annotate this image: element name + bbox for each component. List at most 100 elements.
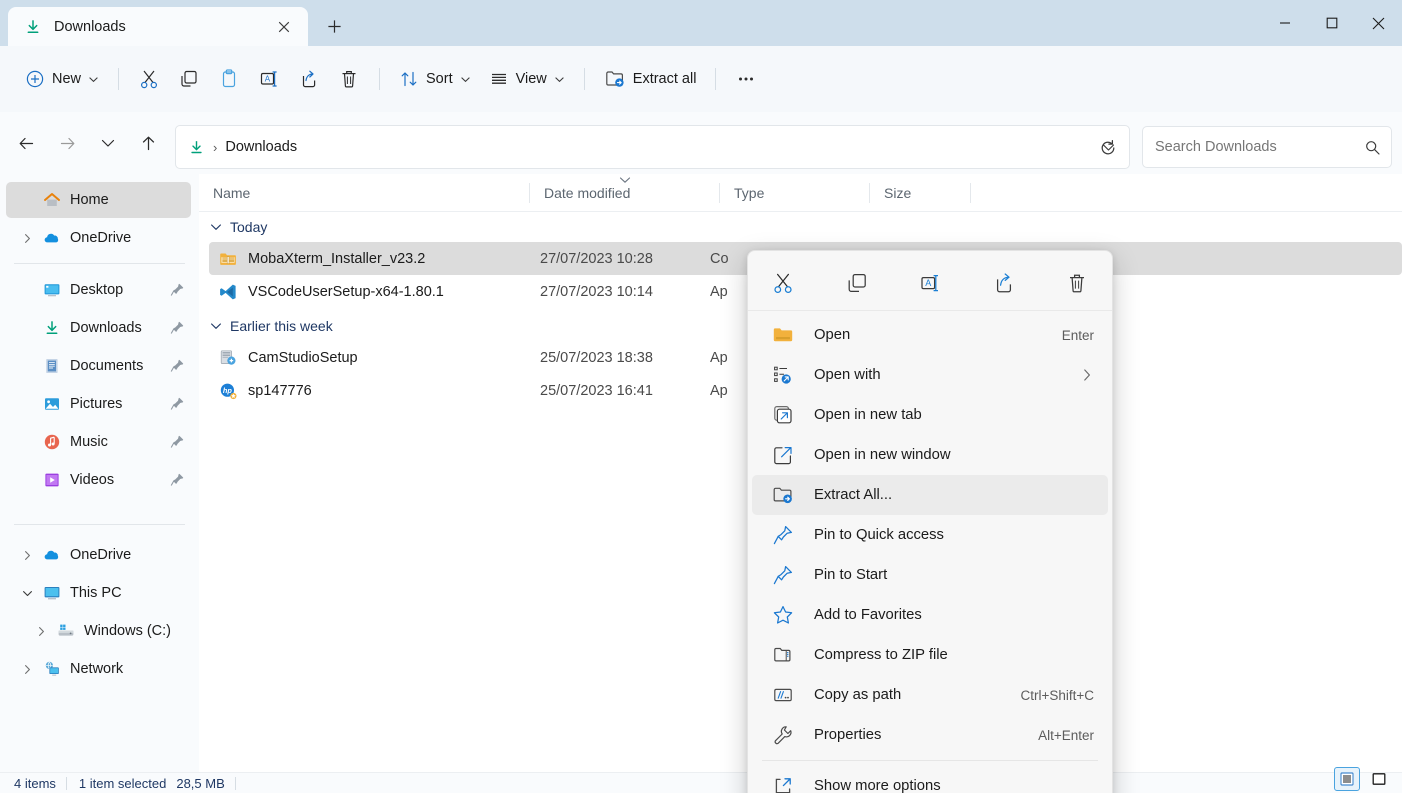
menu-item-pin-to-start[interactable]: Pin to Start <box>752 555 1108 595</box>
large-icons-view-icon <box>1372 773 1386 785</box>
minimize-button[interactable] <box>1261 0 1308 46</box>
chevron-down-icon[interactable] <box>209 319 223 333</box>
search-icon[interactable] <box>1364 139 1381 156</box>
group-header-today[interactable]: Today <box>199 212 1402 242</box>
chevron-right-icon[interactable] <box>16 658 38 680</box>
status-divider-2 <box>234 776 236 790</box>
copy-button[interactable] <box>836 263 878 303</box>
new-button[interactable]: New <box>16 61 108 97</box>
sidebar-item-downloads[interactable]: Downloads <box>6 310 191 346</box>
share-button[interactable] <box>289 61 329 97</box>
see-more-button[interactable] <box>726 61 766 97</box>
up-button[interactable] <box>132 126 166 160</box>
rename-button[interactable]: A <box>909 263 951 303</box>
share-button[interactable] <box>983 263 1025 303</box>
pin-icon[interactable] <box>169 320 185 336</box>
chevron-down-icon[interactable] <box>209 220 223 234</box>
delete-button[interactable] <box>329 61 369 97</box>
paste-icon <box>222 69 236 88</box>
search-box[interactable] <box>1142 126 1392 168</box>
chevron-right-icon[interactable] <box>16 227 38 249</box>
file-name: VSCodeUserSetup-x64-1.80.1 <box>248 283 444 300</box>
sidebar-item-windows-c[interactable]: Windows (C:) <box>6 613 191 649</box>
home-icon <box>43 191 61 209</box>
column-header-date-modified[interactable]: Date modified <box>530 174 720 212</box>
sidebar-item-home[interactable]: Home <box>6 182 191 218</box>
column-header-size[interactable]: Size <box>870 174 971 212</box>
chevron-right-icon <box>1080 368 1094 382</box>
maximize-button[interactable] <box>1308 0 1355 46</box>
menu-item-copy-as-path[interactable]: Copy as path Ctrl+Shift+C <box>752 675 1108 715</box>
menu-item-compress-to-zip[interactable]: Compress to ZIP file <box>752 635 1108 675</box>
new-tab-button[interactable] <box>314 7 354 46</box>
menu-item-open-in-new-window[interactable]: Open in new window <box>752 435 1108 475</box>
sidebar-item-label: Downloads <box>70 320 142 336</box>
close-window-button[interactable] <box>1355 0 1402 46</box>
chevron-down-icon[interactable] <box>16 582 38 604</box>
file-date: 27/07/2023 10:28 <box>540 250 653 267</box>
pin-icon[interactable] <box>169 434 185 450</box>
view-button[interactable]: View <box>480 61 574 97</box>
sidebar-item-music[interactable]: Music <box>6 424 191 460</box>
column-header-name[interactable]: Name <box>199 174 530 212</box>
sidebar-item-network[interactable]: Network <box>6 651 191 687</box>
menu-item-add-to-favorites[interactable]: Add to Favorites <box>752 595 1108 635</box>
extract-all-button[interactable]: Extract all <box>595 61 706 97</box>
menu-item-pin-to-quick-access[interactable]: Pin to Quick access <box>752 515 1108 555</box>
rename-button[interactable]: A <box>249 61 289 97</box>
file-date: 25/07/2023 16:41 <box>540 382 653 399</box>
forward-button[interactable] <box>50 126 84 160</box>
delete-button[interactable] <box>1056 263 1098 303</box>
back-button[interactable] <box>9 126 43 160</box>
wrench-icon <box>772 724 794 746</box>
sidebar-item-onedrive[interactable]: OneDrive <box>6 537 191 573</box>
sidebar-item-documents[interactable]: Documents <box>6 348 191 384</box>
cut-button[interactable] <box>762 263 804 303</box>
chevron-right-icon[interactable] <box>16 544 38 566</box>
window-controls <box>1261 0 1402 46</box>
sidebar-item-pictures[interactable]: Pictures <box>6 386 191 422</box>
copy-icon <box>181 70 197 87</box>
status-selection: 1 item selected <box>78 775 167 791</box>
sort-button[interactable]: Sort <box>390 61 480 97</box>
chevron-down-icon <box>554 76 564 82</box>
chevron-right-icon[interactable] <box>30 620 52 642</box>
menu-item-show-more-options[interactable]: Show more options <box>752 766 1108 793</box>
tab-downloads[interactable]: Downloads <box>8 7 308 46</box>
ellipsis-icon <box>739 77 754 81</box>
close-icon[interactable] <box>270 13 298 41</box>
context-menu-separator <box>762 760 1098 761</box>
breadcrumb[interactable]: › Downloads <box>188 139 297 156</box>
menu-item-accelerator: Alt+Enter <box>1038 727 1094 743</box>
refresh-button[interactable] <box>1090 130 1126 166</box>
pin-icon[interactable] <box>169 358 185 374</box>
show-more-icon <box>772 775 794 793</box>
menu-item-properties[interactable]: Properties Alt+Enter <box>752 715 1108 755</box>
search-input[interactable] <box>1155 139 1364 155</box>
sidebar-item-onedrive-top[interactable]: OneDrive <box>6 220 191 256</box>
svg-text:A: A <box>925 278 931 288</box>
sidebar-item-this-pc[interactable]: This PC <box>6 575 191 611</box>
details-view-button[interactable] <box>1334 767 1360 791</box>
menu-item-open-in-new-tab[interactable]: Open in new tab <box>752 395 1108 435</box>
recent-locations-button[interactable] <box>91 126 125 160</box>
sidebar-item-videos[interactable]: Videos <box>6 462 191 498</box>
column-header-type[interactable]: Type <box>720 174 870 212</box>
large-icons-view-button[interactable] <box>1366 767 1392 791</box>
menu-item-extract-all[interactable]: Extract All... <box>752 475 1108 515</box>
menu-item-label: Add to Favorites <box>814 607 922 623</box>
menu-item-label: Compress to ZIP file <box>814 647 948 663</box>
file-name: CamStudioSetup <box>248 349 358 366</box>
cut-button[interactable] <box>129 61 169 97</box>
pin-icon[interactable] <box>169 396 185 412</box>
sidebar-item-desktop[interactable]: Desktop <box>6 272 191 308</box>
toolbar-divider <box>118 68 120 90</box>
pin-icon[interactable] <box>169 472 185 488</box>
copy-button[interactable] <box>169 61 209 97</box>
vscode-icon <box>219 283 237 301</box>
address-bar[interactable]: › Downloads <box>175 125 1130 169</box>
menu-item-open-with[interactable]: Open with <box>752 355 1108 395</box>
pin-icon[interactable] <box>169 282 185 298</box>
paste-button[interactable] <box>209 61 249 97</box>
menu-item-open[interactable]: Open Enter <box>752 315 1108 355</box>
